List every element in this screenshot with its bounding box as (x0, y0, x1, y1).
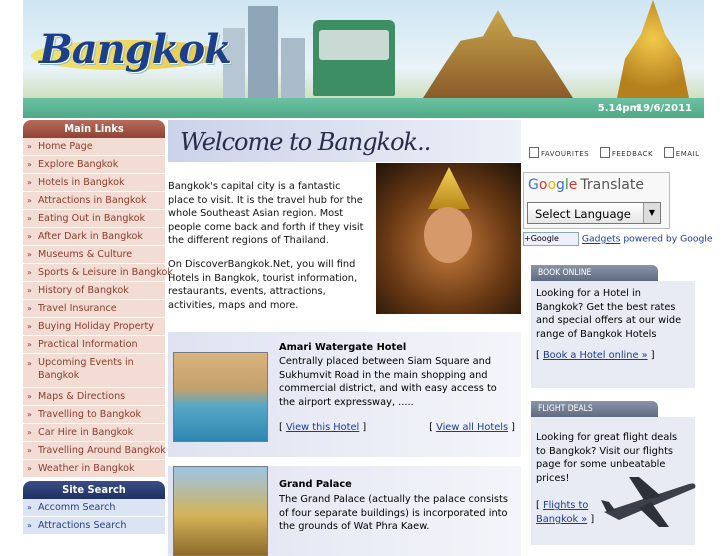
double-arrow-icon: » (27, 178, 32, 187)
grand-palace-image[interactable] (173, 466, 268, 556)
header-banner: Bangkok (23, 0, 704, 98)
nav-item-attractions-search[interactable]: » Attractions Search (23, 517, 165, 535)
add-google-gadget-button[interactable]: +Google (523, 232, 579, 246)
dropdown-arrow-icon: ▼ (643, 203, 660, 223)
book-online-heading: BOOK ONLINE (531, 265, 658, 281)
nav-item-weather[interactable]: » Weather in Bangkok (23, 460, 165, 478)
double-arrow-icon: » (27, 322, 32, 331)
thai-dancer-image (376, 163, 521, 314)
feedback-link[interactable]: FEEDBACK (599, 147, 653, 158)
welcome-heading: Welcome to Bangkok.. (180, 128, 431, 156)
left-navigation: Main Links » Home Page » Explore Bangkok »… (23, 120, 173, 535)
view-all-hotels-link[interactable]: View all Hotels (436, 422, 508, 433)
intro-text: Bangkok's capital city is a fantastic pl… (168, 180, 368, 322)
nav-item-travelling-around[interactable]: » Travelling Around Bangkok (23, 442, 166, 460)
book-hotel-link[interactable]: Book a Hotel online » (543, 350, 648, 361)
nav-item-maps[interactable]: » Maps & Directions (23, 388, 165, 406)
email-icon (663, 147, 674, 158)
site-search-heading: Site Search (23, 481, 165, 499)
nav-item-after-dark[interactable]: » After Dark in Bangkok (23, 228, 165, 246)
airplane-image (601, 477, 696, 527)
attraction-name[interactable]: Grand Palace (279, 479, 352, 490)
double-arrow-icon: » (27, 196, 32, 205)
date-bar: 5.14pm 19/6/2011 (23, 98, 704, 118)
hotel-pool-image[interactable] (173, 352, 268, 442)
tuktuk-image (313, 20, 395, 96)
intro-paragraph-2: On DiscoverBangkok.Net, you will find Ho… (168, 258, 358, 311)
view-this-hotel-link[interactable]: View this Hotel (286, 422, 359, 433)
gadgets-link[interactable]: Gadgets (582, 234, 620, 245)
hotel-description: Centrally placed between Siam Square and… (279, 356, 497, 408)
nav-item-sports[interactable]: » Sports & Leisure in Bangkok (23, 264, 173, 282)
flights-link[interactable]: Flights to Bangkok » (536, 500, 588, 525)
double-arrow-icon: » (27, 359, 32, 368)
google-translate-widget: Google Translate Select Language ▼ (523, 172, 670, 229)
double-arrow-icon: » (27, 142, 32, 151)
double-arrow-icon: » (27, 268, 32, 277)
flight-deals-panel: Looking for great flight deals to Bangko… (531, 417, 696, 545)
book-online-panel: Looking for a Hotel in Bangkok? Get the … (531, 281, 695, 388)
nav-item-hotels[interactable]: » Hotels in Bangkok (23, 174, 165, 192)
bookmark-icon (529, 147, 539, 158)
nav-item-travelling-to[interactable]: » Travelling to Bangkok (23, 406, 165, 424)
feedback-icon (599, 147, 610, 158)
double-arrow-icon: » (27, 304, 32, 313)
gadgets-row: +Google Gadgets powered by Google (523, 232, 713, 246)
nav-item-explore[interactable]: » Explore Bangkok (23, 156, 165, 174)
double-arrow-icon: » (27, 160, 32, 169)
favourites-link[interactable]: FAVOURITES (529, 147, 589, 158)
hotel-name[interactable]: Amari Watergate Hotel (279, 342, 406, 353)
double-arrow-icon: » (27, 521, 32, 530)
double-arrow-icon: » (27, 340, 32, 349)
double-arrow-icon: » (27, 250, 32, 259)
view-all-hotels-link-wrap: [ View all Hotels ] (429, 422, 515, 433)
intro-paragraph-1: Bangkok's capital city is a fantastic pl… (168, 181, 364, 247)
current-date: 19/6/2011 (635, 103, 692, 114)
view-hotel-link-wrap: [ View this Hotel ] (279, 422, 367, 433)
double-arrow-icon: » (27, 286, 32, 295)
nav-item-attractions[interactable]: » Attractions in Bangkok (23, 192, 165, 210)
nav-item-car-hire[interactable]: » Car Hire in Bangkok (23, 424, 165, 442)
double-arrow-icon: » (27, 232, 32, 241)
double-arrow-icon: » (27, 428, 32, 437)
featured-hotel-card: Amari Watergate Hotel Centrally placed b… (168, 332, 521, 457)
welcome-banner: Welcome to Bangkok.. (168, 120, 521, 162)
book-online-text: Looking for a Hotel in Bangkok? Get the … (536, 288, 682, 340)
featured-attraction-card: Grand Palace The Grand Palace (actually … (168, 466, 521, 556)
double-arrow-icon: » (27, 392, 32, 401)
double-arrow-icon: » (27, 214, 32, 223)
double-arrow-icon: » (27, 464, 32, 473)
nav-item-accomm-search[interactable]: » Accomm Search (23, 499, 165, 517)
site-logo[interactable]: Bangkok (39, 26, 232, 73)
nav-item-property[interactable]: » Buying Holiday Property (23, 318, 165, 336)
page-tools: FAVOURITES FEEDBACK EMAIL (529, 147, 708, 158)
main-content: Welcome to Bangkok.. Bangkok's capital c… (168, 120, 521, 556)
nav-item-events[interactable]: » Upcoming Events in Bangkok (23, 354, 165, 388)
nav-item-practical[interactable]: » Practical Information (23, 336, 165, 354)
powered-by-google: powered by Google (623, 233, 713, 245)
flight-deals-heading: FLIGHT DEALS (531, 401, 658, 417)
language-select[interactable]: Select Language ▼ (527, 202, 661, 224)
main-links-heading: Main Links (23, 120, 165, 138)
double-arrow-icon: » (27, 446, 32, 455)
page: Bangkok 5.14pm 19/6/2011 Main Links » Hom… (23, 0, 713, 556)
nav-item-eating-out[interactable]: » Eating Out in Bangkok (23, 210, 165, 228)
double-arrow-icon: » (27, 410, 32, 419)
google-translate-logo: Google Translate (528, 177, 644, 193)
nav-item-insurance[interactable]: » Travel Insurance (23, 300, 165, 318)
nav-item-museums[interactable]: » Museums & Culture (23, 246, 165, 264)
nav-item-home[interactable]: » Home Page (23, 138, 165, 156)
nav-item-history[interactable]: » History of Bangkok (23, 282, 165, 300)
email-link[interactable]: EMAIL (663, 147, 700, 158)
double-arrow-icon: » (27, 503, 32, 512)
attraction-description: The Grand Palace (actually the palace co… (279, 494, 508, 533)
current-time: 5.14pm (597, 103, 640, 114)
